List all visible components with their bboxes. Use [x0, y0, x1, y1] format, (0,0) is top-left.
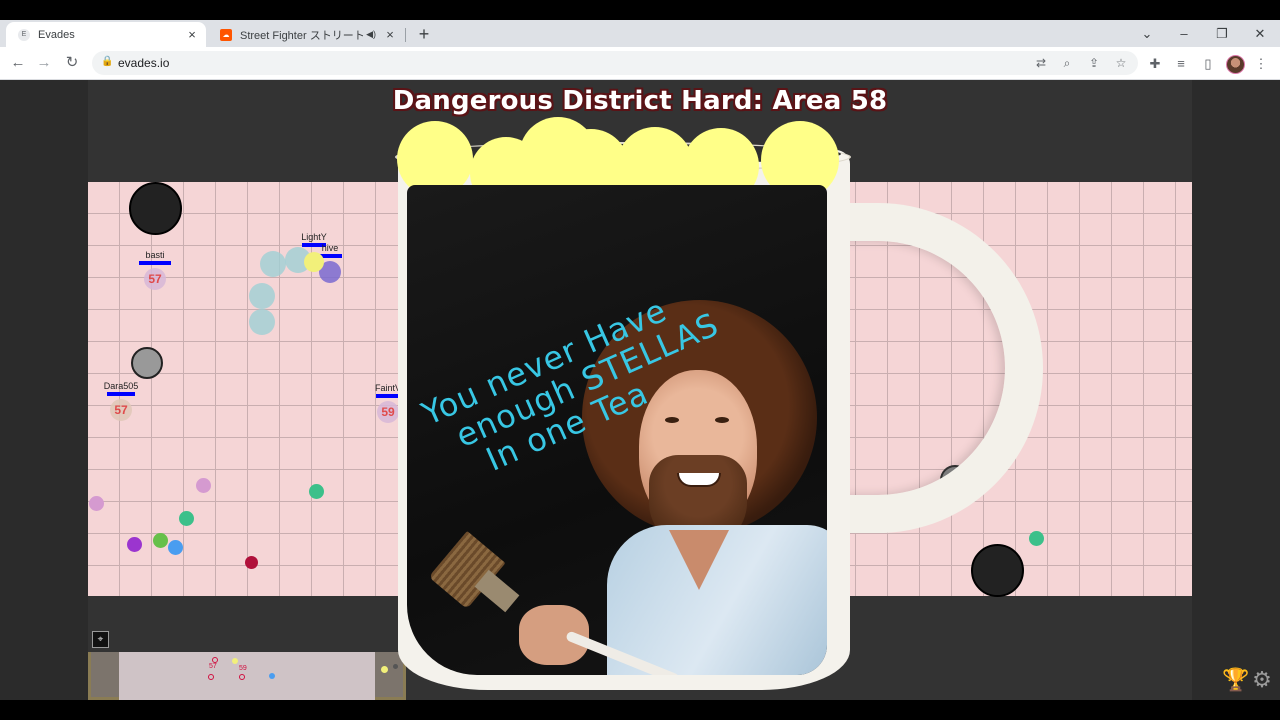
tab-title: Street Fighter ストリートファイタ: [240, 29, 366, 42]
minimap-player-dot: [208, 674, 214, 680]
trail-ball: [249, 309, 275, 335]
trail-ball: [249, 283, 275, 309]
player-name: basti: [145, 250, 165, 260]
player-level: 57: [148, 272, 162, 286]
tab-street-fighter[interactable]: ☁ Street Fighter ストリートファイタ ◀) ×: [208, 22, 404, 47]
player-lighty-body: [304, 252, 324, 272]
minimap-level: 59: [239, 665, 247, 672]
speaker-icon[interactable]: ◀): [366, 29, 376, 40]
energy-bar: [139, 261, 171, 265]
minimap[interactable]: 57 59: [88, 652, 406, 700]
tab-evades[interactable]: E Evades ×: [6, 22, 206, 47]
zoom-icon[interactable]: ⌕: [1059, 55, 1075, 71]
browser-toolbar: ← → ↻ 🔒 evades.io ⇄ ⌕ ⇪ ☆ ✚ ≡ ▯ ⋮: [0, 47, 1280, 80]
letterbox-top: [0, 0, 1280, 20]
enemy-ball: [179, 511, 194, 526]
enemy-ball: [131, 347, 163, 379]
enemy-ball: [127, 537, 142, 552]
lock-icon[interactable]: 🔒: [101, 56, 113, 67]
player-level: 57: [114, 403, 128, 417]
enemy-ball: [245, 556, 258, 569]
side-panel-icon[interactable]: ▯: [1199, 55, 1217, 73]
minimap-dot: [269, 673, 275, 679]
profile-avatar[interactable]: [1226, 55, 1245, 74]
url-text: evades.io: [118, 56, 170, 70]
eye: [665, 417, 679, 423]
back-button[interactable]: ←: [6, 51, 30, 75]
new-tab-button[interactable]: +: [414, 24, 434, 44]
reload-button[interactable]: ↻: [60, 51, 84, 75]
minimap-player-dot: [212, 657, 218, 663]
more-menu-icon[interactable]: ⋮: [1252, 55, 1270, 73]
mug-overlay: You never Have enough STELLAS In one Tea: [395, 115, 1045, 695]
minimap-player-dot: [239, 674, 245, 680]
player-basti: basti 57: [125, 250, 185, 290]
extensions-puzzle-icon[interactable]: ✚: [1146, 55, 1164, 73]
restore-button[interactable]: ❐: [1203, 20, 1241, 47]
enemy-ball: [196, 478, 211, 493]
gear-icon[interactable]: ⚙: [1250, 668, 1274, 692]
enemy-ball: [309, 484, 324, 499]
minimap-level: 57: [209, 663, 217, 670]
close-window-button[interactable]: ✕: [1241, 20, 1279, 47]
trail-ball: [260, 251, 286, 277]
energy-bar: [107, 392, 135, 396]
minimap-area: [119, 652, 375, 700]
player-name: hive: [321, 243, 339, 253]
share-icon[interactable]: ⇪: [1086, 55, 1102, 71]
tab-close-icon[interactable]: ×: [382, 27, 398, 42]
minimap-dot: [381, 666, 388, 673]
address-bar[interactable]: 🔒 evades.io ⇄ ⌕ ⇪ ☆: [92, 51, 1138, 75]
evades-favicon-icon: E: [18, 28, 30, 41]
player-dara505: Dara505 57: [91, 381, 151, 421]
minimap-dot: [232, 658, 238, 664]
player-name: LightY: [301, 232, 327, 242]
mug-handle: [823, 203, 1043, 533]
soundcloud-favicon-icon: ☁: [220, 28, 232, 41]
player-body: 57: [110, 399, 132, 421]
letterbox-bottom: [0, 700, 1280, 720]
forward-button[interactable]: →: [32, 51, 56, 75]
enemy-ball: [129, 182, 182, 235]
player-name: Dara505: [103, 381, 139, 391]
eye: [715, 417, 729, 423]
map-pin-icon[interactable]: ⌖: [92, 631, 109, 648]
area-title: Dangerous District Hard: Area 58: [392, 86, 888, 116]
bookmark-star-icon[interactable]: ☆: [1113, 55, 1129, 71]
enemy-ball: [153, 533, 168, 548]
player-body: 57: [144, 268, 166, 290]
minimize-button[interactable]: –: [1165, 20, 1203, 47]
tab-title: Evades: [38, 28, 75, 41]
tab-close-icon[interactable]: ×: [184, 27, 200, 42]
tab-search-chevron-icon[interactable]: ⌄: [1128, 20, 1166, 47]
trophy-icon[interactable]: 🏆: [1222, 668, 1249, 692]
enemy-ball: [168, 540, 183, 555]
enemy-ball: [89, 496, 104, 511]
mug-print: You never Have enough STELLAS In one Tea: [407, 185, 827, 675]
media-control-icon[interactable]: ≡: [1172, 55, 1190, 73]
tab-strip: E Evades × ☁ Street Fighter ストリートファイタ ◀)…: [0, 20, 1280, 47]
tab-separator: [405, 28, 406, 42]
translate-icon[interactable]: ⇄: [1033, 55, 1049, 71]
